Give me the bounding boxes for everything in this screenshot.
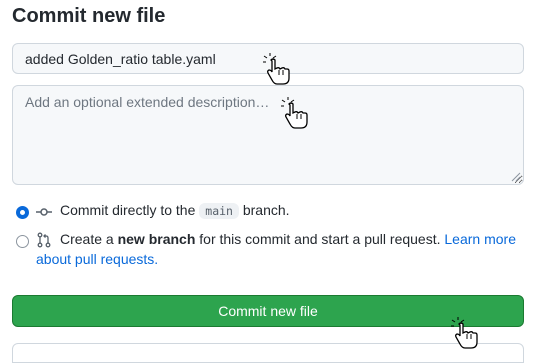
branch-name-badge: main [199,203,239,219]
page-title: Commit new file [12,5,166,27]
commit-description-textarea[interactable] [12,85,524,185]
commit-new-file-button[interactable]: Commit new file [12,295,524,327]
commit-direct-label: Commit directly to the main branch. [60,200,290,221]
new-branch-bold-text: new branch [117,231,196,247]
commit-direct-radio[interactable] [16,206,29,219]
new-branch-text-after: for this commit and start a pull request… [199,231,441,247]
hand-pointer-cursor-icon [263,53,290,85]
commit-direct-text-before: Commit directly to the [60,202,196,218]
resize-grip-icon[interactable] [511,172,521,182]
bottom-panel [12,343,524,363]
commit-direct-text-after: branch. [242,202,290,218]
new-branch-radio[interactable] [16,235,29,248]
learn-more-link[interactable]: Learn more [444,231,516,247]
pull-requests-link[interactable]: about pull requests. [36,249,158,269]
hand-pointer-cursor-icon [451,317,478,349]
new-branch-text-before: Create a [60,231,114,247]
git-pull-request-icon [37,232,51,248]
new-branch-label: Create a new branch for this commit and … [60,229,516,249]
git-commit-icon [36,208,52,216]
hand-pointer-cursor-icon [281,97,308,129]
